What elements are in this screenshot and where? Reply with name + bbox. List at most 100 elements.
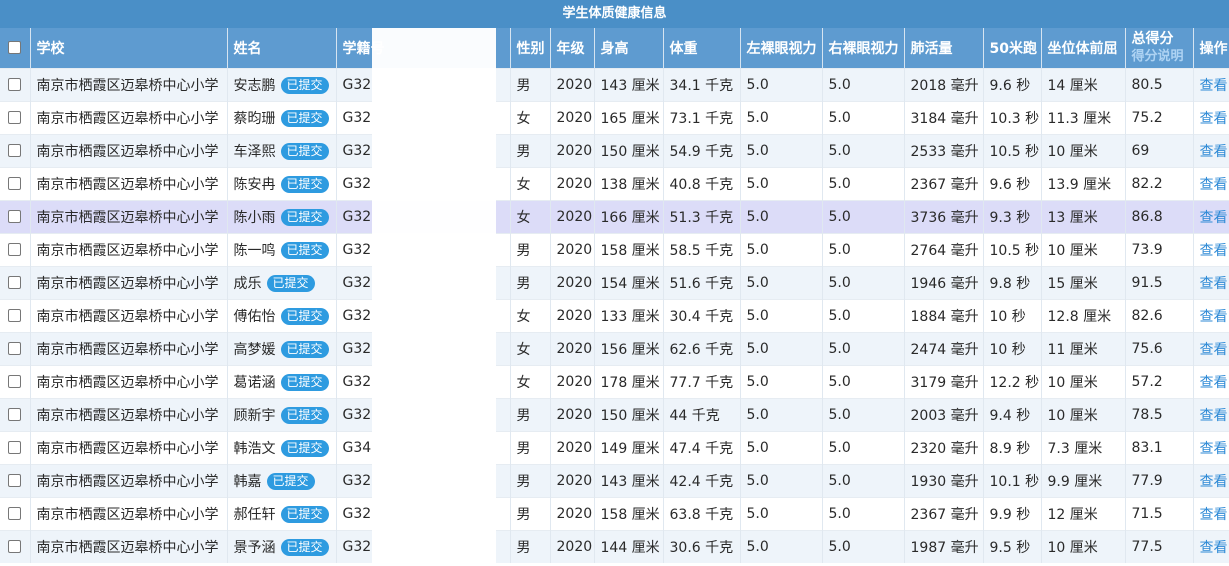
gender-cell-text: 男 — [516, 407, 531, 424]
table-row[interactable]: 南京市栖霞区迈皋桥中心小学 高梦媛 已提交 G32 女 2020 156 厘米 62.6 千克… — [0, 331, 1229, 365]
id-cell-text: G32 — [342, 406, 372, 423]
grade-cell: 2020 — [550, 232, 595, 266]
table-row[interactable]: 南京市栖霞区迈皋桥中心小学 景予涵 已提交 G32 男 2020 144 厘米 30.6 千克… — [0, 529, 1229, 563]
col-header-gender[interactable]: 性别 — [510, 28, 551, 68]
select-all-checkbox[interactable] — [0, 28, 31, 68]
run50-cell-text: 9.6 秒 — [989, 77, 1031, 94]
col-header-school[interactable]: 学校 — [30, 28, 228, 68]
col-header-right-eye[interactable]: 右裸眼视力 — [822, 28, 905, 68]
col-header-sitreach[interactable]: 坐位体前屈 — [1041, 28, 1126, 68]
view-link[interactable]: 查看 — [1200, 243, 1228, 259]
row-checkbox[interactable] — [0, 265, 31, 299]
view-link[interactable]: 查看 — [1200, 78, 1228, 94]
row-checkbox[interactable] — [0, 364, 31, 398]
gender-cell-text: 女 — [516, 341, 531, 358]
col-header-left-eye[interactable]: 左裸眼视力 — [740, 28, 823, 68]
col-header-name[interactable]: 姓名 — [227, 28, 337, 68]
col-header-lung[interactable]: 肺活量 — [904, 28, 984, 68]
lung-cell: 1987 毫升 — [904, 529, 984, 563]
name-cell-text: 车泽熙 — [233, 143, 276, 160]
gender-cell: 女 — [510, 199, 551, 233]
view-link[interactable]: 查看 — [1200, 177, 1228, 193]
action-cell: 查看 — [1193, 397, 1229, 431]
table-row[interactable]: 南京市栖霞区迈皋桥中心小学 郝任轩 已提交 G32 男 2020 158 厘米 63.8 千克… — [0, 496, 1229, 530]
left-eye-cell-text: 5.0 — [746, 274, 769, 291]
table-row[interactable]: 南京市栖霞区迈皋桥中心小学 顾新宇 已提交 G32 男 2020 150 厘米 44 千克 5.… — [0, 397, 1229, 431]
row-checkbox[interactable] — [0, 133, 31, 167]
run50-cell: 10.5 秒 — [983, 232, 1042, 266]
table-row[interactable]: 南京市栖霞区迈皋桥中心小学 陈小雨 已提交 G32 女 2020 166 厘米 51.3 千克… — [0, 199, 1229, 233]
total-cell-text: 86.8 — [1131, 208, 1163, 225]
row-checkbox[interactable] — [0, 100, 31, 134]
view-link[interactable]: 查看 — [1200, 210, 1228, 226]
run50-cell: 10.5 秒 — [983, 133, 1042, 167]
left-eye-cell: 5.0 — [740, 496, 823, 530]
height-cell-text: 156 厘米 — [600, 341, 660, 358]
view-link[interactable]: 查看 — [1200, 276, 1228, 292]
weight-cell-text: 58.5 千克 — [669, 242, 734, 259]
row-checkbox[interactable] — [0, 496, 31, 530]
run50-cell: 9.3 秒 — [983, 199, 1042, 233]
col-header-grade[interactable]: 年级 — [550, 28, 595, 68]
view-link[interactable]: 查看 — [1200, 474, 1228, 490]
action-cell: 查看 — [1193, 496, 1229, 530]
gender-cell-text: 女 — [516, 374, 531, 391]
name-cell-text: 成乐 — [233, 275, 262, 292]
name-cell-text: 景予涵 — [233, 539, 276, 556]
col-header-height[interactable]: 身高 — [594, 28, 664, 68]
view-link[interactable]: 查看 — [1200, 342, 1228, 358]
row-checkbox[interactable] — [0, 67, 31, 101]
total-cell-text: 83.1 — [1131, 439, 1163, 456]
view-link[interactable]: 查看 — [1200, 540, 1228, 556]
checkbox-icon — [8, 474, 22, 487]
row-checkbox[interactable] — [0, 529, 31, 563]
height-cell-text: 165 厘米 — [600, 110, 660, 127]
school-cell-text: 南京市栖霞区迈皋桥中心小学 — [36, 308, 219, 325]
table-row[interactable]: 南京市栖霞区迈皋桥中心小学 傅佑怡 已提交 G32 女 2020 133 厘米 30.4 千克… — [0, 298, 1229, 332]
redaction-overlay — [372, 28, 496, 566]
table-header-row: 学校 姓名 学籍号 性别 年级 身高 体重 左裸眼视力 右裸眼视力 肺活量 50… — [0, 28, 1229, 68]
name-cell-text: 郝任轩 — [233, 506, 276, 523]
table-row[interactable]: 南京市栖霞区迈皋桥中心小学 葛诺涵 已提交 G32 女 2020 178 厘米 77.7 千克… — [0, 364, 1229, 398]
school-cell: 南京市栖霞区迈皋桥中心小学 — [30, 364, 228, 398]
table-row[interactable]: 南京市栖霞区迈皋桥中心小学 成乐 已提交 G32 男 2020 154 厘米 51.6 千克 5… — [0, 265, 1229, 299]
grade-cell-text: 2020 — [556, 208, 593, 225]
checkbox-icon — [8, 177, 22, 190]
view-link[interactable]: 查看 — [1200, 144, 1228, 160]
name-cell: 韩嘉 已提交 — [227, 463, 337, 497]
col-header-weight[interactable]: 体重 — [663, 28, 741, 68]
right-eye-cell: 5.0 — [822, 199, 905, 233]
view-link[interactable]: 查看 — [1200, 111, 1228, 127]
col-header-run50[interactable]: 50米跑 — [983, 28, 1042, 68]
table-row[interactable]: 南京市栖霞区迈皋桥中心小学 韩浩文 已提交 G34 男 2020 149 厘米 47.4 千克… — [0, 430, 1229, 464]
row-checkbox[interactable] — [0, 397, 31, 431]
row-checkbox[interactable] — [0, 463, 31, 497]
view-link[interactable]: 查看 — [1200, 441, 1228, 457]
table-row[interactable]: 南京市栖霞区迈皋桥中心小学 陈一鸣 已提交 G32 男 2020 158 厘米 58.5 千克… — [0, 232, 1229, 266]
total-cell-text: 77.9 — [1131, 472, 1163, 489]
height-cell-text: 138 厘米 — [600, 176, 660, 193]
table-row[interactable]: 南京市栖霞区迈皋桥中心小学 韩嘉 已提交 G32 男 2020 143 厘米 42.4 千克 5… — [0, 463, 1229, 497]
lung-cell-text: 1946 毫升 — [910, 275, 979, 292]
row-checkbox[interactable] — [0, 430, 31, 464]
score-explanation-link[interactable]: 得分说明 — [1132, 48, 1193, 65]
table-row[interactable]: 南京市栖霞区迈皋桥中心小学 安志鹏 已提交 G32 男 2020 143 厘米 34.1 千克… — [0, 67, 1229, 101]
row-checkbox[interactable] — [0, 199, 31, 233]
gender-cell: 男 — [510, 67, 551, 101]
col-header-total[interactable]: 总得分 得分说明 — [1125, 28, 1194, 68]
row-checkbox[interactable] — [0, 298, 31, 332]
view-link[interactable]: 查看 — [1200, 507, 1228, 523]
sitreach-cell: 13.9 厘米 — [1041, 166, 1126, 200]
row-checkbox[interactable] — [0, 331, 31, 365]
view-link[interactable]: 查看 — [1200, 375, 1228, 391]
lung-cell-text: 3736 毫升 — [910, 209, 979, 226]
table-row[interactable]: 南京市栖霞区迈皋桥中心小学 陈安冉 已提交 G32 女 2020 138 厘米 40.8 千克… — [0, 166, 1229, 200]
grade-cell-text: 2020 — [556, 340, 593, 357]
table-row[interactable]: 南京市栖霞区迈皋桥中心小学 蔡昀珊 已提交 G32 女 2020 165 厘米 73.1 千克… — [0, 100, 1229, 134]
table-row[interactable]: 南京市栖霞区迈皋桥中心小学 车泽熙 已提交 G32 男 2020 150 厘米 54.9 千克… — [0, 133, 1229, 167]
view-link[interactable]: 查看 — [1200, 408, 1228, 424]
row-checkbox[interactable] — [0, 166, 31, 200]
view-link[interactable]: 查看 — [1200, 309, 1228, 325]
weight-cell: 30.4 千克 — [663, 298, 741, 332]
row-checkbox[interactable] — [0, 232, 31, 266]
